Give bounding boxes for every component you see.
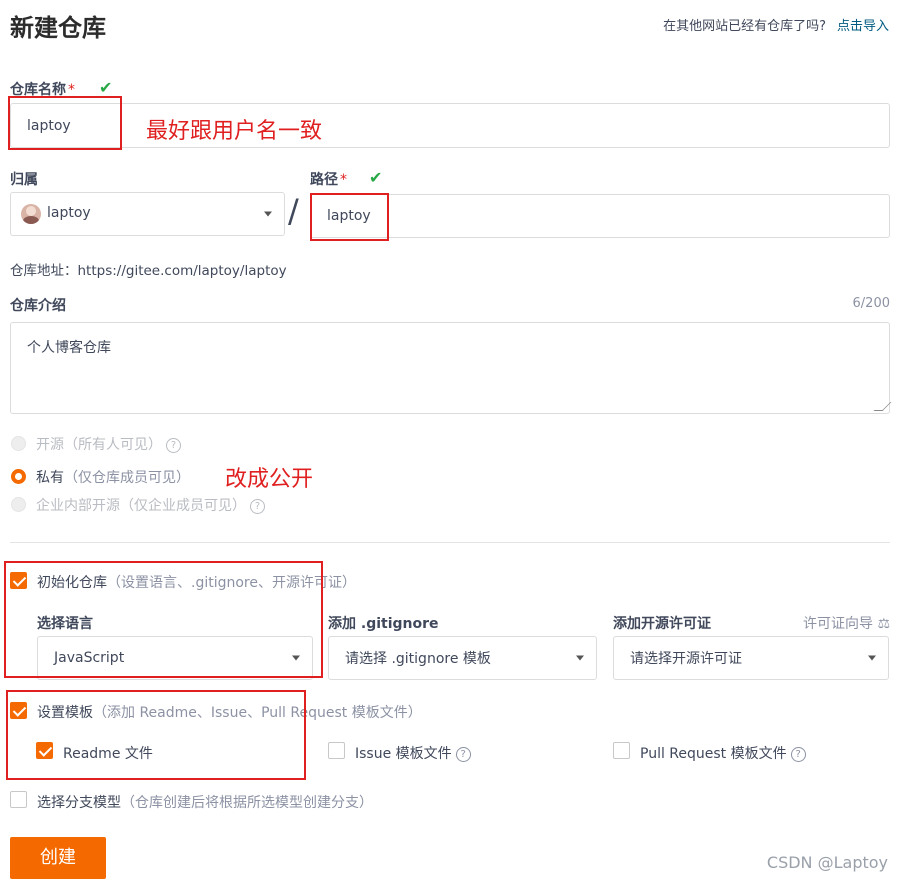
option-hint: （所有人可见） — [64, 437, 162, 453]
annotation-visibility: 改成公开 — [225, 467, 314, 492]
visibility-option-open-source: 开源（所有人可见）? — [36, 434, 181, 454]
help-icon[interactable]: ? — [790, 746, 806, 762]
annotation-box-init — [4, 561, 323, 678]
license-label: 添加开源许可证 — [613, 616, 711, 632]
radio-open-source[interactable] — [11, 436, 26, 451]
license-guide-link[interactable]: 许可证向导 ⚖ — [803, 613, 890, 633]
chevron-down-icon — [264, 211, 272, 217]
annotation-box-path — [310, 193, 389, 241]
gitignore-label: 添加 .gitignore — [328, 616, 439, 632]
description-counter: 6/200 — [852, 296, 890, 311]
option-hint: （仅仓库成员可见） — [64, 470, 190, 486]
description-label: 仓库介绍 — [10, 298, 66, 314]
issue-template-checkbox[interactable] — [328, 742, 345, 759]
annotation-box-repo-name — [8, 96, 122, 150]
branch-model-hint: （仓库创建后将根据所选模型创建分支） — [121, 795, 373, 811]
owner-value: laptoy — [47, 205, 91, 221]
resize-handle-icon[interactable] — [873, 402, 892, 411]
description-value: 个人博客仓库 — [27, 340, 111, 356]
license-guide-text: 许可证向导 — [802, 616, 873, 632]
radio-private[interactable] — [11, 469, 26, 484]
pr-template-label: Pull Request 模板文件 — [640, 746, 787, 762]
repo-name-input[interactable]: laptoy — [10, 103, 890, 148]
annotation-repo-name: 最好跟用户名一致 — [146, 119, 323, 144]
divider — [10, 542, 890, 543]
chevron-down-icon — [868, 655, 876, 661]
option-hint: （仅企业成员可见） — [120, 498, 246, 514]
pr-template-option: Pull Request 模板文件? — [640, 743, 806, 763]
gitignore-value: 请选择 .gitignore 模板 — [345, 651, 491, 667]
license-select[interactable]: 请选择开源许可证 — [613, 636, 889, 680]
gitignore-select[interactable]: 请选择 .gitignore 模板 — [328, 636, 597, 680]
avatar — [21, 204, 41, 224]
page-title: 新建仓库 — [10, 14, 106, 42]
path-label-text: 路径 — [310, 172, 338, 188]
scale-icon: ⚖ — [877, 616, 890, 632]
valid-check-icon: ✔ — [99, 78, 113, 97]
valid-check-icon: ✔ — [369, 168, 383, 187]
pr-template-checkbox[interactable] — [613, 742, 630, 759]
chevron-down-icon — [576, 655, 584, 661]
path-input[interactable]: laptoy — [310, 194, 890, 238]
license-value: 请选择开源许可证 — [630, 651, 742, 667]
issue-template-label: Issue 模板文件 — [355, 746, 452, 762]
visibility-option-private: 私有（仅仓库成员可见） — [36, 467, 190, 487]
required-mark: * — [340, 172, 347, 188]
description-textarea[interactable]: 个人博客仓库 — [10, 322, 892, 414]
radio-enterprise[interactable] — [11, 497, 26, 512]
import-question: 在其他网站已经有仓库了吗? — [663, 19, 826, 34]
branch-model-option: 选择分支模型（仓库创建后将根据所选模型创建分支） — [37, 792, 373, 812]
branch-model-label: 选择分支模型 — [37, 795, 121, 811]
watermark: CSDN @Laptoy — [766, 853, 888, 872]
branch-model-checkbox[interactable] — [10, 791, 27, 808]
path-separator: / — [288, 192, 299, 230]
create-button[interactable]: 创建 — [10, 837, 106, 879]
help-icon[interactable]: ? — [250, 498, 265, 514]
owner-label: 归属 — [10, 172, 38, 188]
help-icon[interactable]: ? — [166, 437, 181, 453]
option-label: 开源 — [36, 437, 64, 453]
option-label: 私有 — [36, 470, 64, 486]
path-label: 路径 * — [310, 169, 347, 189]
owner-select[interactable]: laptoy — [10, 192, 285, 236]
option-label: 企业内部开源 — [36, 498, 120, 514]
import-link[interactable]: 点击导入 — [837, 15, 889, 34]
issue-template-option: Issue 模板文件? — [355, 743, 471, 763]
help-icon[interactable]: ? — [455, 746, 471, 762]
repo-address: 仓库地址：https://gitee.com/laptoy/laptoy — [10, 263, 287, 279]
visibility-option-enterprise: 企业内部开源（仅企业成员可见）? — [36, 495, 265, 515]
annotation-box-templates — [6, 690, 306, 780]
